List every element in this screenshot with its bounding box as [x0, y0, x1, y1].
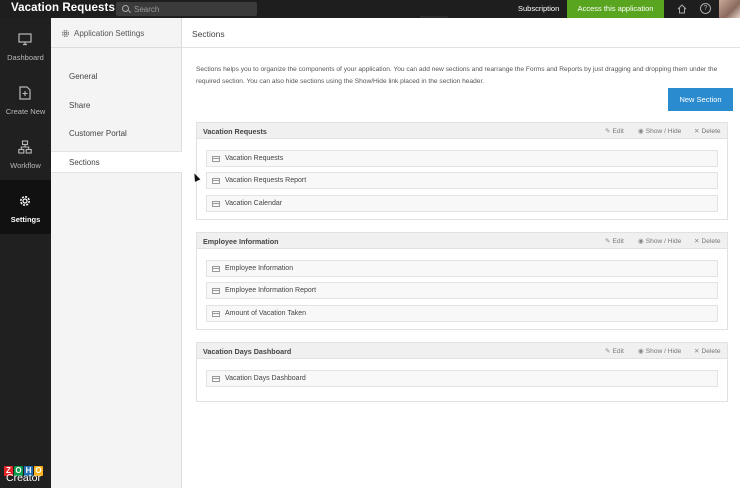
component-label: Vacation Calendar: [225, 200, 283, 207]
component-item[interactable]: Employee Information Report: [206, 282, 718, 299]
section-header[interactable]: Employee Information ✎ Edit ◉ Show / Hide …: [197, 233, 727, 249]
component-label: Employee Information Report: [225, 287, 317, 294]
section-title: Vacation Requests: [203, 127, 267, 136]
sidebar-item-sections[interactable]: Sections: [51, 151, 183, 173]
workflow-icon: [18, 140, 32, 154]
edit-label: Edit: [612, 128, 624, 135]
show-hide-link[interactable]: ◉ Show / Hide: [638, 237, 681, 245]
edit-link[interactable]: ✎ Edit: [605, 347, 624, 355]
help-icon[interactable]: ?: [700, 3, 711, 14]
calendar-icon: [212, 201, 220, 207]
component-item[interactable]: Amount of Vacation Taken: [206, 305, 718, 322]
nav-label: Workflow: [10, 161, 41, 170]
nav-label: Settings: [10, 215, 41, 224]
show-hide-link[interactable]: ◉ Show / Hide: [638, 127, 681, 135]
nav-item-settings[interactable]: Settings: [0, 180, 51, 234]
show-hide-label: Show / Hide: [645, 348, 682, 355]
gear-icon: [61, 29, 70, 38]
delete-link[interactable]: ✕ Delete: [694, 237, 721, 245]
show-hide-label: Show / Hide: [645, 238, 682, 245]
pencil-icon: ✎: [605, 238, 611, 245]
component-item[interactable]: Vacation Requests Report: [206, 172, 718, 189]
section-vacation-days-dashboard: Vacation Days Dashboard ✎ Edit ◉ Show / Hi…: [196, 342, 728, 402]
edit-link[interactable]: ✎ Edit: [605, 127, 624, 135]
new-document-icon: [19, 86, 31, 100]
app-title: Vacation Requests: [11, 2, 115, 14]
edit-label: Edit: [612, 348, 624, 355]
section-title: Vacation Days Dashboard: [203, 347, 292, 356]
monitor-icon: [18, 33, 32, 46]
component-item[interactable]: Vacation Requests: [206, 150, 718, 167]
search-icon: [122, 5, 129, 12]
logo-word: Creator: [6, 472, 42, 484]
delete-label: Delete: [701, 348, 721, 355]
component-item[interactable]: Employee Information: [206, 260, 718, 277]
section-employee-information: Employee Information ✎ Edit ◉ Show / Hide …: [196, 232, 728, 330]
component-item[interactable]: Vacation Days Dashboard: [206, 370, 718, 387]
edit-label: Edit: [612, 238, 624, 245]
settings-title: Application Settings: [74, 29, 145, 38]
sidebar-item-share[interactable]: Share: [51, 95, 182, 117]
show-hide-link[interactable]: ◉ Show / Hide: [638, 347, 681, 355]
delete-link[interactable]: ✕ Delete: [694, 127, 721, 135]
access-application-button[interactable]: Access this application: [567, 0, 664, 18]
zoho-creator-logo: ZOHO Creator: [4, 460, 48, 486]
top-bar: Vacation Requests Subscription Access th…: [0, 0, 740, 18]
component-label: Vacation Requests: [225, 155, 284, 162]
component-label: Vacation Days Dashboard: [225, 375, 306, 382]
nav-item-workflow[interactable]: Workflow: [0, 126, 51, 180]
sidebar-item-customer-portal[interactable]: Customer Portal: [51, 123, 182, 145]
component-label: Employee Information: [225, 265, 294, 272]
report-icon: [212, 311, 220, 317]
section-title: Employee Information: [203, 237, 279, 246]
nav-label: Dashboard: [7, 53, 44, 62]
section-vacation-requests: Vacation Requests ✎ Edit ◉ Show / Hide ✕ De…: [196, 122, 728, 220]
close-icon: ✕: [694, 238, 700, 245]
eye-icon: ◉: [638, 238, 644, 245]
nav-label: Create New: [5, 107, 46, 116]
form-icon: [212, 156, 220, 162]
home-icon[interactable]: [677, 4, 687, 14]
report-icon: [212, 288, 220, 294]
subscription-link[interactable]: Subscription: [518, 4, 559, 13]
close-icon: ✕: [694, 348, 700, 355]
nav-item-dashboard[interactable]: Dashboard: [0, 18, 51, 72]
main-panel: Sections Sections helps you to organize …: [182, 18, 740, 488]
component-item[interactable]: Vacation Calendar: [206, 195, 718, 212]
sidebar-item-general[interactable]: General: [51, 66, 182, 88]
page-icon: [212, 376, 220, 382]
left-nav: Dashboard Create New Workflow Settings Z…: [0, 18, 51, 488]
section-header[interactable]: Vacation Requests ✎ Edit ◉ Show / Hide ✕ De…: [197, 123, 727, 139]
pencil-icon: ✎: [605, 128, 611, 135]
close-icon: ✕: [694, 128, 700, 135]
eye-icon: ◉: [638, 348, 644, 355]
edit-link[interactable]: ✎ Edit: [605, 237, 624, 245]
section-header[interactable]: Vacation Days Dashboard ✎ Edit ◉ Show / Hi…: [197, 343, 727, 359]
zoho-letters: ZOHO: [4, 460, 48, 476]
new-section-button[interactable]: New Section: [668, 88, 733, 111]
settings-sidebar: Application Settings General Share Custo…: [51, 18, 183, 488]
avatar[interactable]: [719, 0, 740, 18]
pencil-icon: ✎: [605, 348, 611, 355]
search-box[interactable]: [116, 2, 257, 16]
sections-description: Sections helps you to organize the compo…: [196, 66, 718, 85]
search-input[interactable]: [134, 3, 252, 15]
component-label: Vacation Requests Report: [225, 177, 307, 184]
page-title: Sections: [192, 29, 225, 39]
settings-header: Application Settings: [51, 18, 182, 48]
delete-label: Delete: [701, 128, 721, 135]
delete-link[interactable]: ✕ Delete: [694, 347, 721, 355]
nav-item-create-new[interactable]: Create New: [0, 72, 51, 126]
report-icon: [212, 178, 220, 184]
show-hide-label: Show / Hide: [645, 128, 682, 135]
main-header: Sections: [182, 18, 740, 48]
delete-label: Delete: [701, 238, 721, 245]
component-label: Amount of Vacation Taken: [225, 310, 307, 317]
gear-icon: [20, 196, 30, 206]
form-icon: [212, 266, 220, 272]
eye-icon: ◉: [638, 128, 644, 135]
